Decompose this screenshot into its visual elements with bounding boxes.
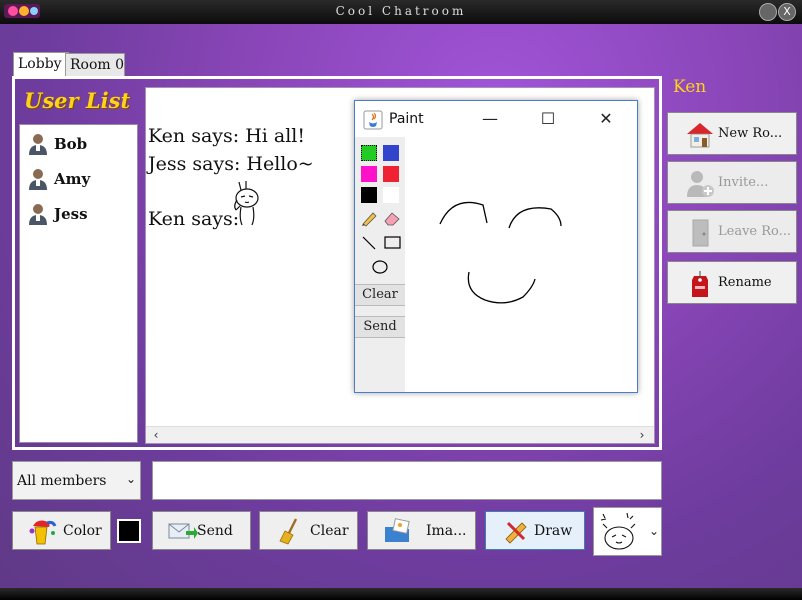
chat-horizontal-scrollbar[interactable]: ‹ › <box>146 426 654 443</box>
paint-close-button[interactable]: ✕ <box>593 107 619 131</box>
close-button[interactable]: X <box>778 3 796 21</box>
paint-title-bar: Paint — ☐ ✕ <box>355 101 637 137</box>
message-input[interactable] <box>152 461 662 500</box>
chat-message: Jess says: Hello~ <box>148 153 314 175</box>
color-label: Color <box>63 523 102 539</box>
recipient-select-value: All members <box>17 473 107 489</box>
draw-label: Draw <box>534 523 573 539</box>
broom-icon <box>279 518 298 545</box>
user-avatar-icon <box>29 169 47 190</box>
paint-title: Paint <box>389 111 424 127</box>
image-label: Ima... <box>426 523 467 539</box>
door-icon <box>692 219 709 247</box>
tab-room-0[interactable]: Room 0 <box>65 53 125 78</box>
current-username: Ken <box>673 77 707 97</box>
send-button[interactable]: Send <box>152 511 251 550</box>
invite-label: Invite... <box>718 175 769 190</box>
image-button[interactable]: Ima... <box>367 511 476 550</box>
java-icon <box>363 110 383 130</box>
paint-clear-button[interactable]: Clear <box>355 284 405 306</box>
user-avatar-icon <box>29 134 47 155</box>
leave-room-label: Leave Ro... <box>718 224 792 239</box>
recipient-select[interactable]: All members ⌄ <box>12 461 141 500</box>
chatroom-window: Cool Chatroom X Lobby Room 0 User List B… <box>0 0 802 600</box>
send-label: Send <box>197 523 233 539</box>
tag-icon <box>692 271 708 297</box>
scroll-left-icon[interactable]: ‹ <box>148 427 164 443</box>
chat-message: Ken says: Hi all! <box>148 125 306 147</box>
chevron-down-icon: ⌄ <box>125 472 136 486</box>
eraser-icon[interactable] <box>382 209 402 227</box>
chat-message: Ken says: <box>148 208 240 230</box>
paint-bucket-icon <box>29 520 57 545</box>
paint-minimize-button[interactable]: — <box>477 107 503 131</box>
draw-tools-icon <box>505 521 527 544</box>
bottom-bar <box>0 588 802 600</box>
waving-bunny-sticker <box>234 181 259 226</box>
color-swatch-black[interactable] <box>361 187 377 203</box>
drawing-canvas[interactable] <box>405 137 637 392</box>
add-user-icon <box>687 171 714 197</box>
color-swatch-blue[interactable] <box>383 145 399 161</box>
current-color-swatch[interactable] <box>117 519 141 543</box>
rectangle-tool-icon[interactable] <box>383 234 403 252</box>
paint-window: Paint — ☐ ✕ Clear Send <box>354 100 638 393</box>
sticker-picker[interactable]: ⌄ <box>593 507 662 556</box>
title-bar: Cool Chatroom X <box>0 0 802 24</box>
color-swatch-white[interactable] <box>383 187 399 203</box>
new-room-button[interactable]: New Ro... <box>667 112 797 155</box>
color-swatch-magenta[interactable] <box>361 166 377 182</box>
chevron-down-icon: ⌄ <box>648 524 659 538</box>
user-list-title: User List <box>24 88 131 113</box>
ellipse-tool-icon[interactable] <box>370 258 390 276</box>
user-name: Jess <box>54 205 88 223</box>
user-avatar-icon <box>29 204 47 225</box>
paint-toolbox: Clear Send <box>355 137 405 392</box>
clear-button[interactable]: Clear <box>259 511 358 550</box>
house-icon <box>687 123 713 148</box>
user-name: Amy <box>54 170 91 188</box>
image-folder-icon <box>385 518 410 542</box>
pencil-icon[interactable] <box>359 209 379 227</box>
line-tool-icon[interactable] <box>359 234 379 252</box>
invite-button[interactable]: Invite... <box>667 161 797 204</box>
minimize-button[interactable] <box>759 3 777 21</box>
tab-lobby[interactable]: Lobby <box>13 52 69 78</box>
draw-button[interactable]: Draw <box>485 511 585 550</box>
user-list: Bob Amy Jess <box>19 124 138 443</box>
color-swatch-red[interactable] <box>383 166 399 182</box>
paint-maximize-button[interactable]: ☐ <box>535 107 561 131</box>
color-button[interactable]: Color <box>12 511 111 550</box>
rename-label: Rename <box>718 275 772 290</box>
clear-label: Clear <box>310 523 349 539</box>
color-swatch-green[interactable] <box>361 145 377 161</box>
bunny-sticker-icon <box>600 512 636 550</box>
send-mail-icon <box>168 523 198 539</box>
window-title: Cool Chatroom <box>335 4 467 18</box>
leave-room-button[interactable]: Leave Ro... <box>667 210 797 253</box>
rename-button[interactable]: Rename <box>667 261 797 304</box>
scroll-right-icon[interactable]: › <box>634 427 650 443</box>
paint-send-button[interactable]: Send <box>355 316 405 338</box>
user-name: Bob <box>54 135 88 153</box>
new-room-label: New Ro... <box>718 126 783 141</box>
